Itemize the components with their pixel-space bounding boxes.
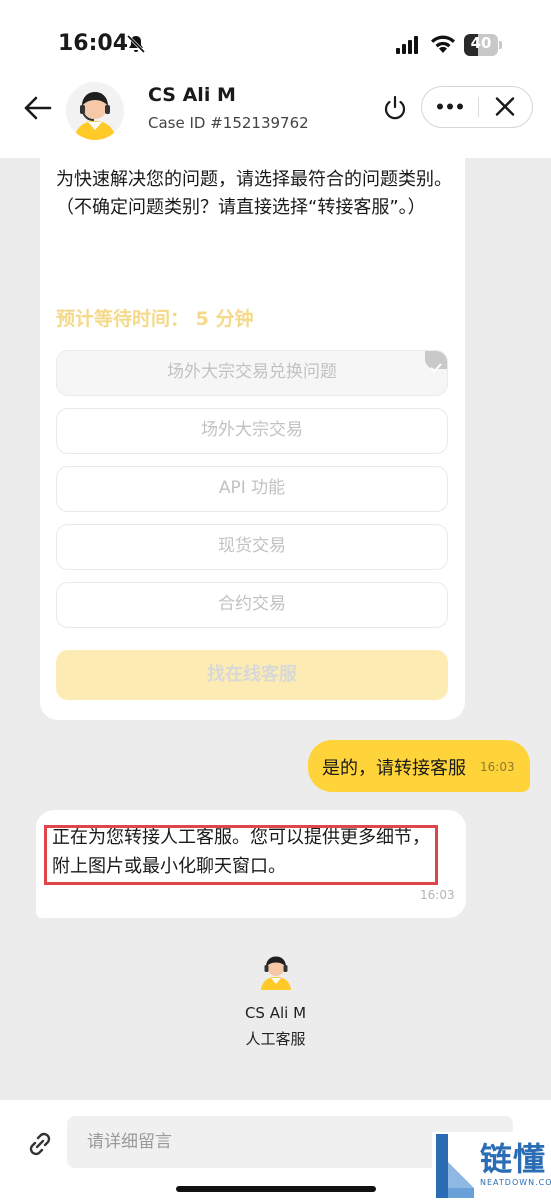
agent-name: CS Ali M bbox=[148, 84, 236, 106]
battery-icon: 40 bbox=[464, 34, 502, 56]
back-arrow-icon[interactable] bbox=[22, 92, 54, 124]
signal-icon bbox=[396, 36, 418, 54]
user-message-time: 16:03 bbox=[480, 760, 515, 774]
battery-level-text: 40 bbox=[470, 34, 492, 52]
chat-area[interactable]: 为快速解决您的问题，请选择最符合的问题类别。 （不确定问题类别？请直接选择“转接… bbox=[0, 158, 551, 1100]
check-icon bbox=[425, 351, 447, 373]
power-icon[interactable] bbox=[382, 94, 408, 122]
category-option-api[interactable]: API 功能 bbox=[56, 466, 448, 512]
user-message-text: 是的，请转接客服 bbox=[322, 758, 466, 779]
case-id: Case ID #152139762 bbox=[148, 114, 309, 132]
agent-card-role: 人工客服 bbox=[245, 1030, 306, 1048]
category-option-otc-exchange[interactable]: 场外大宗交易兑换问题 bbox=[56, 350, 448, 396]
wifi-icon bbox=[431, 35, 455, 53]
watermark-logo-icon bbox=[436, 1134, 474, 1198]
more-icon[interactable] bbox=[422, 87, 478, 126]
wait-time-text: 预计等待时间： 5 分钟 bbox=[56, 308, 254, 330]
category-option-otc[interactable]: 场外大宗交易 bbox=[56, 408, 448, 454]
watermark-text: 链懂 bbox=[480, 1140, 547, 1178]
chat-header: CS Ali M Case ID #152139762 bbox=[0, 80, 551, 158]
option-label: 场外大宗交易兑换问题 bbox=[167, 362, 337, 382]
mini-program-capsule bbox=[421, 86, 533, 128]
category-intro-text: 为快速解决您的问题，请选择最符合的问题类别。 （不确定问题类别？请直接选择“转接… bbox=[56, 169, 452, 218]
agent-avatar bbox=[66, 82, 124, 140]
option-label: 现货交易 bbox=[218, 536, 286, 556]
agent-avatar-small bbox=[261, 956, 291, 990]
user-message-bubble: 是的，请转接客服 16:03 bbox=[308, 740, 530, 792]
highlight-box bbox=[44, 825, 438, 885]
bot-category-card: 为快速解决您的问题，请选择最符合的问题类别。 （不确定问题类别？请直接选择“转接… bbox=[40, 158, 465, 720]
paperclip-icon[interactable] bbox=[24, 1128, 56, 1160]
status-time: 16:04 bbox=[58, 31, 129, 56]
home-indicator[interactable] bbox=[176, 1186, 376, 1192]
category-option-futures[interactable]: 合约交易 bbox=[56, 582, 448, 628]
watermark-subtext: NEATDOWN.COM bbox=[480, 1178, 551, 1187]
option-label: 场外大宗交易 bbox=[201, 420, 303, 440]
watermark: 链懂 NEATDOWN.COM bbox=[432, 1132, 551, 1200]
agent-joined-card: CS Ali M 人工客服 bbox=[0, 948, 551, 1058]
bell-slash-icon bbox=[126, 34, 146, 54]
category-option-spot[interactable]: 现货交易 bbox=[56, 524, 448, 570]
option-label: 合约交易 bbox=[218, 594, 286, 614]
find-human-agent-button[interactable]: 找在线客服 bbox=[56, 650, 448, 700]
close-icon[interactable] bbox=[479, 87, 531, 126]
status-bar: 16:04 40 bbox=[0, 0, 551, 80]
agent-card-name: CS Ali M bbox=[244, 1004, 307, 1022]
bot-message-time: 16:03 bbox=[420, 888, 455, 902]
option-label: API 功能 bbox=[218, 478, 286, 498]
